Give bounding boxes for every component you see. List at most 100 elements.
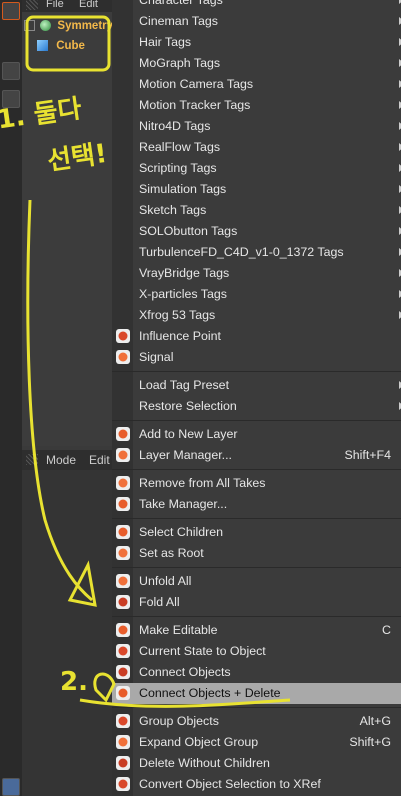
menu-item-connect-objects[interactable]: Connect Objects: [112, 662, 401, 683]
xref-icon: [115, 776, 131, 792]
select-children-icon: [115, 524, 131, 540]
menu-item-group-objects[interactable]: Group Objects Alt+G: [112, 711, 401, 732]
menu-mode[interactable]: Mode: [46, 453, 76, 467]
expand-group-icon: [115, 734, 131, 750]
menu-item-label: Make Editable: [139, 623, 218, 637]
context-menu: Character Tags Cineman Tags Hair Tags MoGra…: [112, 0, 401, 796]
menu-item-label: Layer Manager...: [139, 448, 232, 462]
signal-icon: [115, 349, 131, 365]
menu-item-cineman-tags[interactable]: Cineman Tags: [112, 11, 401, 32]
menu-item-x-particles-tags[interactable]: X-particles Tags: [112, 284, 401, 305]
menu-item-label: Xfrog 53 Tags: [139, 308, 216, 322]
menu-item-motion-tracker-tags[interactable]: Motion Tracker Tags: [112, 95, 401, 116]
expand-toggle-icon[interactable]: [24, 20, 35, 32]
menu-item-fold-all[interactable]: Fold All: [112, 592, 401, 613]
menu-item-restore-selection[interactable]: Restore Selection: [112, 396, 401, 417]
menu-item-influence-point[interactable]: Influence Point: [112, 326, 401, 347]
menu-item-vraybridge-tags[interactable]: VrayBridge Tags: [112, 263, 401, 284]
menu-item-delete-without-children[interactable]: Delete Without Children: [112, 753, 401, 774]
symmetry-icon: [40, 20, 52, 32]
menu-item-label: Nitro4D Tags: [139, 119, 211, 133]
menu-separator: [112, 515, 401, 522]
menu-item-label: Convert Object Selection to XRef: [139, 777, 321, 791]
menu-item-remove-from-all-takes[interactable]: Remove from All Takes: [112, 473, 401, 494]
menu-item-motion-camera-tags[interactable]: Motion Camera Tags: [112, 74, 401, 95]
menu-item-take-manager[interactable]: Take Manager...: [112, 494, 401, 515]
menu-item-label: Current State to Object: [139, 644, 266, 658]
menu-item-label: Signal: [139, 350, 174, 364]
menu-item-label: MoGraph Tags: [139, 56, 221, 70]
menu-item-label: RealFlow Tags: [139, 140, 221, 154]
tree-item-symmetry[interactable]: Symmetry: [24, 20, 113, 38]
object-manager-panel: [22, 0, 112, 446]
unfold-icon: [115, 573, 131, 589]
menu-item-add-to-new-layer[interactable]: Add to New Layer: [112, 424, 401, 445]
menu-edit[interactable]: Edit: [79, 0, 98, 10]
menu-item-label: Connect Objects + Delete: [139, 686, 281, 700]
menu-item-convert-object-selection-to-xref[interactable]: Convert Object Selection to XRef: [112, 774, 401, 795]
menu-item-make-editable[interactable]: Make Editable C: [112, 620, 401, 641]
menu-separator: [112, 564, 401, 571]
menu-item-layer-manager[interactable]: Layer Manager... Shift+F4: [112, 445, 401, 466]
group-icon: [115, 713, 131, 729]
menu-separator: [112, 704, 401, 711]
menu-item-shortcut: Shift+F4: [344, 448, 392, 462]
menu-item-label: X-particles Tags: [139, 287, 227, 301]
menu-item-label: Delete Without Children: [139, 756, 270, 770]
menu-item-shortcut: Alt+G: [359, 714, 391, 728]
menu-item-label: TurbulenceFD_C4D_v1-0_1372 Tags: [139, 245, 344, 259]
menu-item-solobutton-tags[interactable]: SOLObutton Tags: [112, 221, 401, 242]
menu-item-label: VrayBridge Tags: [139, 266, 230, 280]
attribute-manager-panel: [22, 470, 112, 796]
menu-item-signal[interactable]: Signal: [112, 347, 401, 368]
menu-item-label: Remove from All Takes: [139, 476, 266, 490]
menu-item-xfrog-53-tags[interactable]: Xfrog 53 Tags: [112, 305, 401, 326]
remove-takes-icon: [115, 475, 131, 491]
tool-icon[interactable]: [2, 2, 20, 20]
take-manager-icon: [115, 496, 131, 512]
left-toolbar: [0, 0, 22, 796]
menu-item-turbulencefd-c4d-v1-0-1372-tags[interactable]: TurbulenceFD_C4D_v1-0_1372 Tags: [112, 242, 401, 263]
menu-item-sketch-tags[interactable]: Sketch Tags: [112, 200, 401, 221]
current-state-icon: [115, 643, 131, 659]
menu-item-simulation-tags[interactable]: Simulation Tags: [112, 179, 401, 200]
menu-item-label: Unfold All: [139, 574, 192, 588]
menu-item-nitro4d-tags[interactable]: Nitro4D Tags: [112, 116, 401, 137]
menu-item-label: Group Objects: [139, 714, 219, 728]
menu-edit[interactable]: Edit: [89, 453, 110, 467]
menu-item-set-as-root[interactable]: Set as Root: [112, 543, 401, 564]
cube-icon: [37, 40, 48, 52]
menu-item-shortcut: Shift+G: [349, 735, 391, 749]
delete-without-children-icon: [115, 755, 131, 771]
menu-item-label: SOLObutton Tags: [139, 224, 238, 238]
menu-item-hair-tags[interactable]: Hair Tags: [112, 32, 401, 53]
tool-icon[interactable]: [2, 90, 20, 108]
object-manager-menubar: File Edit: [22, 0, 112, 12]
menu-item-mograph-tags[interactable]: MoGraph Tags: [112, 53, 401, 74]
menu-separator: [112, 368, 401, 375]
menu-item-label: Scripting Tags: [139, 161, 217, 175]
add-layer-icon: [115, 426, 131, 442]
menu-item-character-tags[interactable]: Character Tags: [112, 0, 401, 11]
menu-item-unfold-all[interactable]: Unfold All: [112, 571, 401, 592]
menu-item-connect-objects-delete[interactable]: Connect Objects + Delete: [112, 683, 401, 704]
make-editable-icon: [115, 622, 131, 638]
fold-icon: [115, 594, 131, 610]
influence-point-icon: [115, 328, 131, 344]
menu-separator: [112, 417, 401, 424]
connect-icon: [115, 664, 131, 680]
tool-icon[interactable]: [2, 778, 20, 796]
menu-item-scripting-tags[interactable]: Scripting Tags: [112, 158, 401, 179]
tree-item-cube[interactable]: Cube: [37, 40, 85, 58]
menu-item-realflow-tags[interactable]: RealFlow Tags: [112, 137, 401, 158]
tool-icon[interactable]: [2, 62, 20, 80]
menu-item-label: Cineman Tags: [139, 14, 218, 28]
menu-item-select-children[interactable]: Select Children: [112, 522, 401, 543]
attribute-manager-menubar: Mode Edit: [22, 450, 112, 470]
menu-item-current-state-to-object[interactable]: Current State to Object: [112, 641, 401, 662]
menu-item-expand-object-group[interactable]: Expand Object Group Shift+G: [112, 732, 401, 753]
menu-item-label: Character Tags: [139, 0, 223, 7]
menu-file[interactable]: File: [46, 0, 64, 10]
menu-item-load-tag-preset[interactable]: Load Tag Preset: [112, 375, 401, 396]
menu-item-label: Add to New Layer: [139, 427, 238, 441]
